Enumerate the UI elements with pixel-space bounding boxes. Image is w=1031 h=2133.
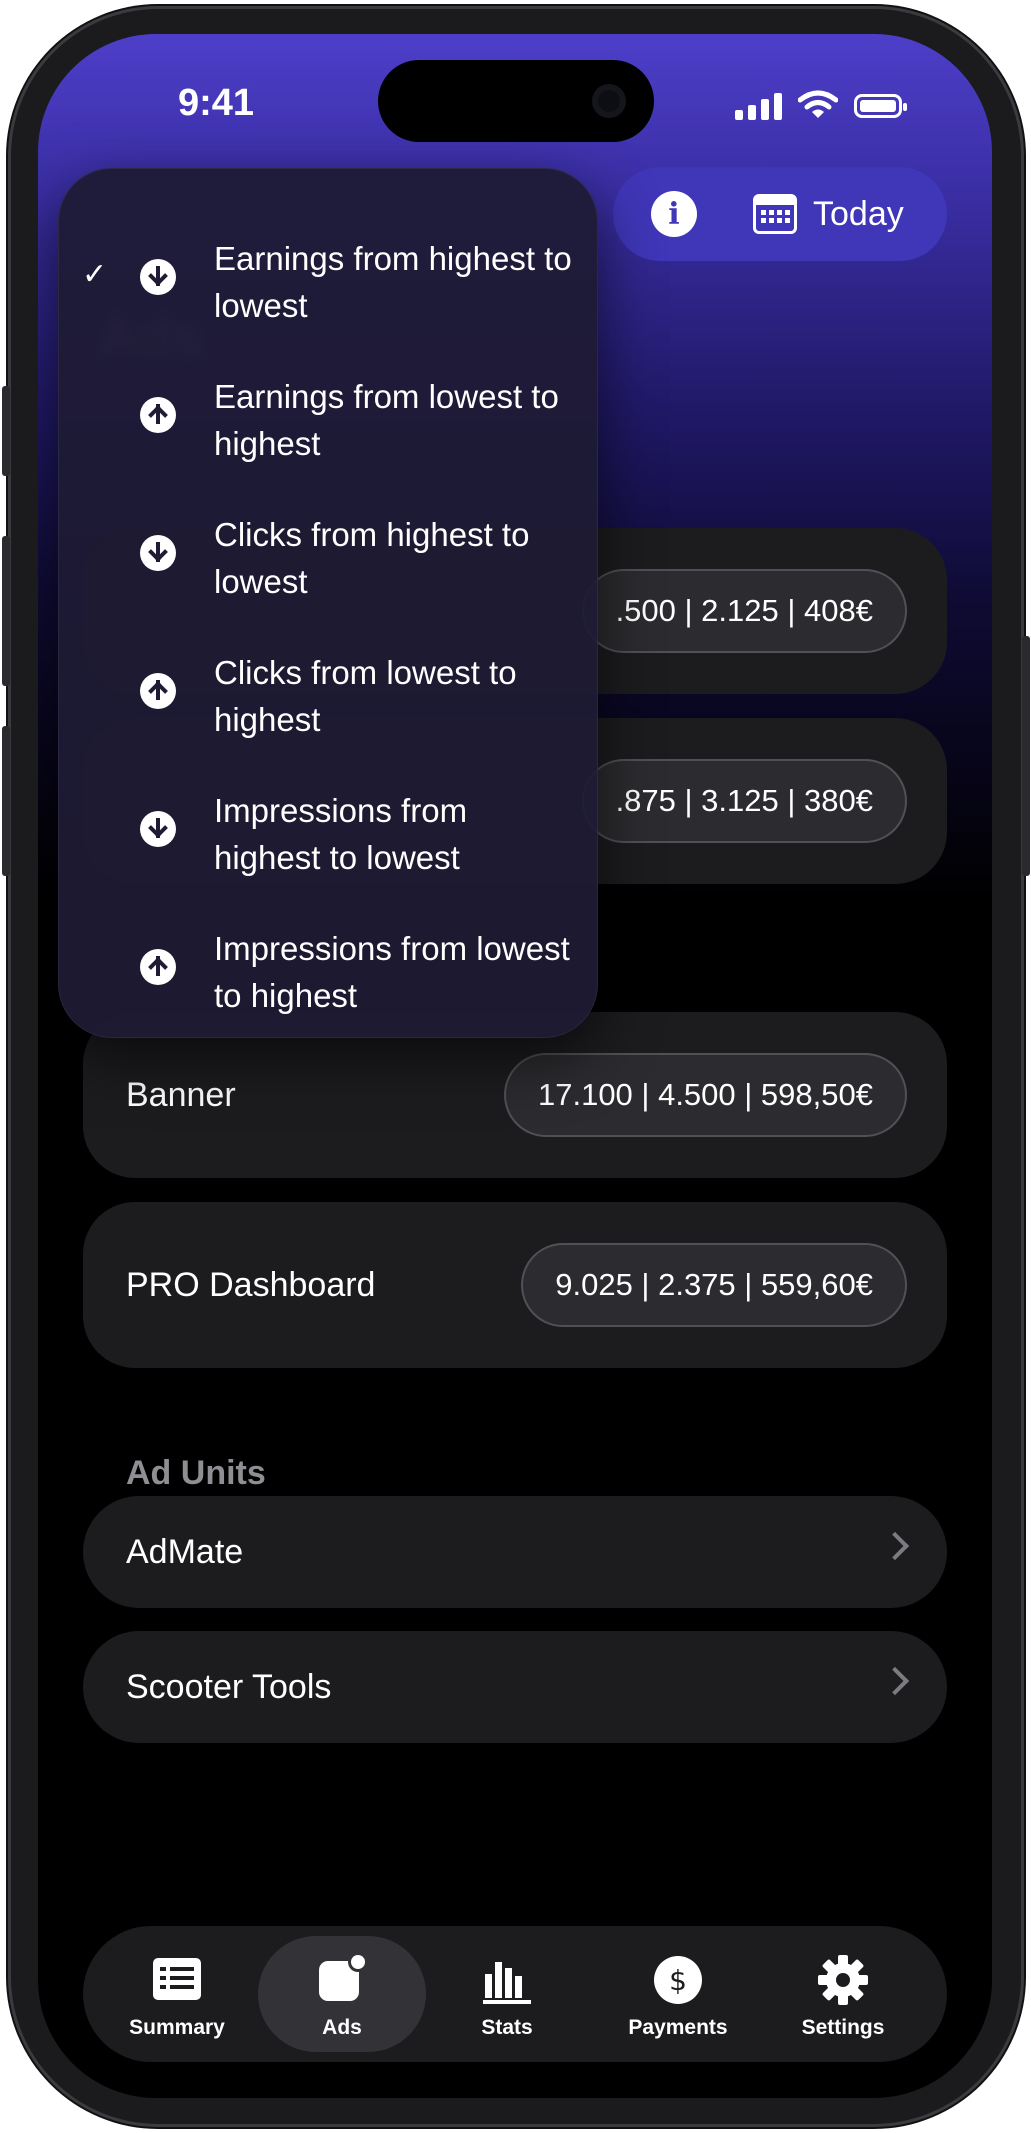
chevron-right-icon <box>880 1666 910 1696</box>
tab-settings[interactable]: Settings <box>759 1936 927 2052</box>
tab-ads[interactable]: Ads <box>258 1936 426 2052</box>
arrow-down-circle-icon <box>140 535 176 571</box>
sort-menu: ✓ Earnings from highest to lowest Earnin… <box>58 168 598 1038</box>
bar-chart-icon <box>483 1962 531 2004</box>
tab-label: Settings <box>801 2016 885 2039</box>
sort-option-clicks-asc[interactable]: Clicks from lowest to highest <box>58 649 598 788</box>
today-label: Today <box>813 194 904 233</box>
placement-stats: .500 | 2.125 | 408€ <box>581 569 907 653</box>
sort-option-label: Earnings from highest to lowest <box>214 240 572 324</box>
placement-stats: .875 | 3.125 | 380€ <box>581 759 907 843</box>
sort-option-label: Impressions from lowest to highest <box>214 930 570 1014</box>
chevron-right-icon <box>880 1531 910 1561</box>
arrow-down-circle-icon <box>140 259 176 295</box>
power-button <box>1022 636 1030 876</box>
tab-label: Stats <box>481 2016 533 2039</box>
battery-icon <box>854 94 907 118</box>
ad-units-heading: Ad Units <box>126 1454 266 1492</box>
status-time: 9:41 <box>178 82 255 124</box>
tab-label: Summary <box>129 2016 225 2039</box>
arrow-up-circle-icon <box>140 673 176 709</box>
ad-unit-row-scooter-tools[interactable]: Scooter Tools <box>83 1631 947 1743</box>
wifi-icon <box>798 90 838 118</box>
sort-option-impressions-asc[interactable]: Impressions from lowest to highest <box>58 925 598 1064</box>
volume-down-button <box>2 726 10 876</box>
header-actions: i Today <box>613 167 947 261</box>
checkmark-icon: ✓ <box>82 258 108 291</box>
volume-up-button <box>2 536 10 686</box>
placement-label: PRO Dashboard <box>126 1265 376 1304</box>
date-filter-button[interactable]: Today <box>753 194 904 234</box>
sort-option-clicks-desc[interactable]: Clicks from highest to lowest <box>58 511 598 650</box>
tab-payments[interactable]: $ Payments <box>594 1936 762 2052</box>
arrow-up-circle-icon <box>140 949 176 985</box>
arrow-down-circle-icon <box>140 811 176 847</box>
tab-summary[interactable]: Summary <box>93 1936 261 2052</box>
ad-unit-label: AdMate <box>126 1532 244 1571</box>
info-icon[interactable]: i <box>651 191 697 237</box>
camera-icon <box>592 84 626 118</box>
gear-icon <box>818 1955 868 2005</box>
tab-stats[interactable]: Stats <box>423 1936 591 2052</box>
tab-label: Payments <box>628 2016 728 2039</box>
tab-label: Ads <box>322 2016 362 2039</box>
sort-option-label: Earnings from lowest to highest <box>214 378 559 462</box>
ad-unit-label: Scooter Tools <box>126 1667 332 1706</box>
placement-stats: 17.100 | 4.500 | 598,50€ <box>503 1053 907 1137</box>
screen: 9:41 i Today Ads .500 | 2.125 | 408€ .87… <box>38 34 992 2098</box>
placement-stats: 9.025 | 2.375 | 559,60€ <box>521 1243 907 1327</box>
list-icon <box>153 1958 201 2000</box>
svg-text:$: $ <box>669 1964 687 1997</box>
sort-option-earnings-desc[interactable]: ✓ Earnings from highest to lowest <box>58 235 598 374</box>
signal-icon <box>735 93 782 120</box>
placement-card-pro-dashboard[interactable]: PRO Dashboard 9.025 | 2.375 | 559,60€ <box>83 1202 947 1368</box>
tab-bar: Summary Ads Stats $ Payments Settings <box>83 1926 947 2062</box>
calendar-icon <box>753 194 797 234</box>
sort-option-impressions-desc[interactable]: Impressions from highest to lowest <box>58 787 598 926</box>
action-button <box>2 386 10 476</box>
ad-unit-row-admate[interactable]: AdMate <box>83 1496 947 1608</box>
sort-option-label: Impressions from highest to lowest <box>214 792 468 876</box>
sort-option-label: Clicks from highest to lowest <box>214 516 530 600</box>
status-icons <box>735 90 907 120</box>
dollar-icon: $ <box>654 1956 702 2004</box>
ads-badge-icon <box>319 1952 368 2001</box>
dynamic-island <box>378 60 654 142</box>
arrow-up-circle-icon <box>140 397 176 433</box>
sort-option-label: Clicks from lowest to highest <box>214 654 517 738</box>
sort-option-earnings-asc[interactable]: Earnings from lowest to highest <box>58 373 598 512</box>
